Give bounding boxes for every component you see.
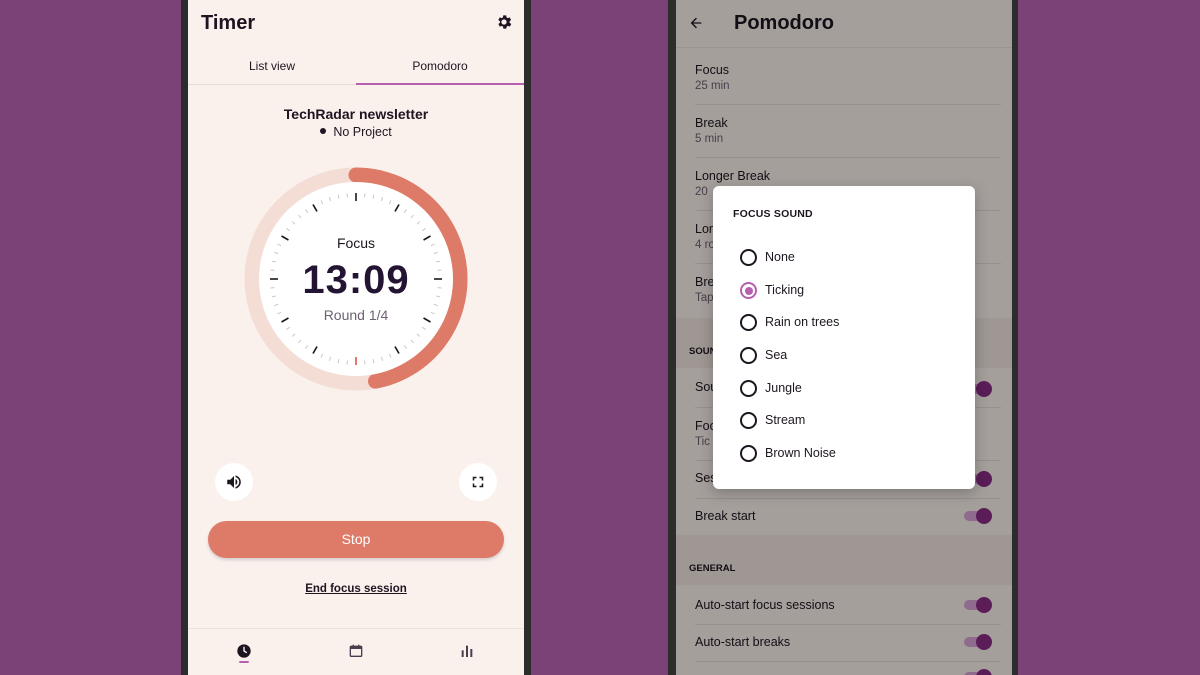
stop-button[interactable]: Stop (208, 521, 504, 558)
option-label: Stream (765, 413, 806, 427)
radio-button[interactable] (740, 412, 757, 429)
end-focus-session-link[interactable]: End focus session (188, 583, 524, 595)
option-jungle[interactable]: Jungle (740, 378, 960, 400)
nav-calendar[interactable] (348, 643, 364, 659)
tab-list-view[interactable]: List view (188, 48, 356, 85)
radio-button-selected[interactable] (740, 282, 757, 299)
page-title: Timer (201, 12, 256, 34)
gear-icon[interactable] (495, 13, 513, 31)
timer-countdown: 13:09 (302, 258, 410, 302)
project-label: No Project (333, 125, 392, 139)
task-name[interactable]: TechRadar newsletter (188, 106, 524, 122)
timer-header: Timer (188, 0, 524, 48)
nav-timer[interactable] (236, 643, 252, 659)
focus-sound-dialog: FOCUS SOUND None Ticking Rain on trees S… (713, 186, 975, 489)
option-sea[interactable]: Sea (740, 345, 960, 367)
clock-icon (237, 644, 251, 658)
option-label: Jungle (765, 381, 802, 395)
timer-mode-label: Focus (336, 235, 376, 251)
option-label: None (765, 250, 795, 264)
active-tab-indicator (356, 83, 524, 85)
option-ticking[interactable]: Ticking (740, 280, 960, 302)
option-brown-noise[interactable]: Brown Noise (740, 443, 960, 465)
volume-icon (227, 475, 241, 489)
radio-button[interactable] (740, 347, 757, 364)
project-dot-icon (320, 127, 327, 134)
radio-button[interactable] (740, 380, 757, 397)
project-row[interactable]: No Project (188, 125, 524, 139)
option-label: Ticking (765, 283, 805, 297)
nav-statistics[interactable] (459, 643, 475, 659)
option-label: Brown Noise (765, 446, 836, 460)
calendar-icon (349, 644, 363, 657)
bar-chart-icon (461, 645, 473, 657)
option-rain-on-trees[interactable]: Rain on trees (740, 312, 960, 334)
fullscreen-button[interactable] (459, 463, 497, 501)
tab-pomodoro[interactable]: Pomodoro (356, 48, 524, 85)
timer-tabs: List view Pomodoro (188, 48, 524, 85)
fullscreen-icon (472, 476, 484, 488)
option-stream[interactable]: Stream (740, 410, 960, 432)
timer-screen: Timer List view Pomodoro TechRadar newsl… (188, 0, 524, 675)
dialog-title: FOCUS SOUND (733, 208, 813, 220)
option-label: Sea (765, 348, 788, 362)
nav-active-indicator (239, 661, 249, 663)
radio-button[interactable] (740, 445, 757, 462)
timer-round-label: Round 1/4 (323, 307, 389, 323)
volume-button[interactable] (215, 463, 253, 501)
option-none[interactable]: None (740, 247, 960, 269)
bottom-nav (188, 628, 524, 675)
option-label: Rain on trees (765, 315, 840, 329)
radio-button[interactable] (740, 249, 757, 266)
radio-button[interactable] (740, 314, 757, 331)
